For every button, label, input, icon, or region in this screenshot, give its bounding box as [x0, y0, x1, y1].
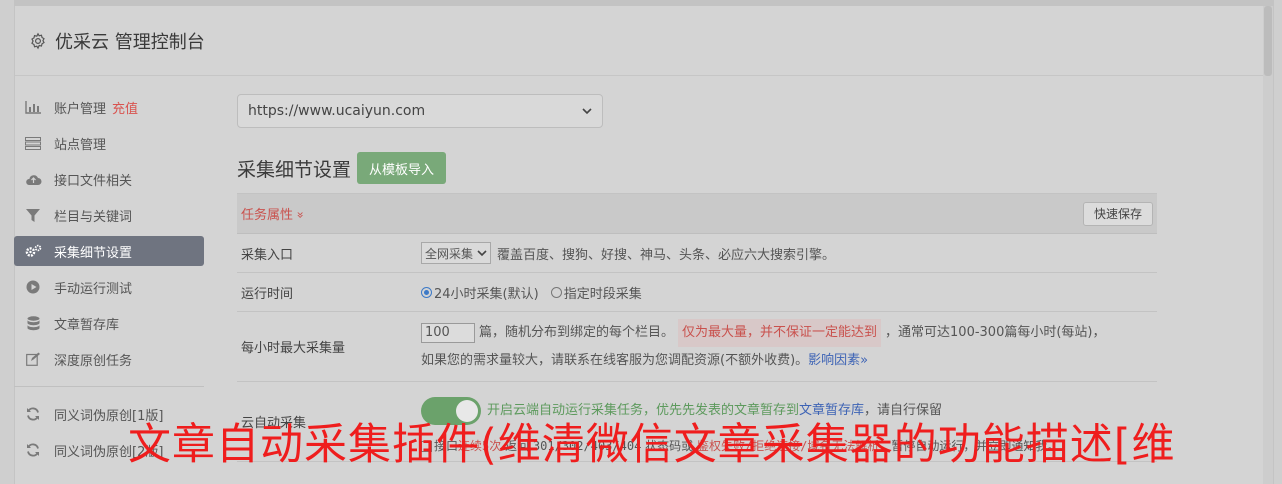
- chevron-down-icon: [477, 250, 487, 257]
- max-per-hour-input[interactable]: 100: [421, 322, 475, 343]
- gear-icon: [31, 32, 45, 49]
- task-properties-toggle[interactable]: 任务属性 »: [241, 204, 308, 223]
- sidebar-item-columns[interactable]: 栏目与关键词: [14, 200, 204, 230]
- panel-header: 任务属性 » 快速保存: [237, 194, 1157, 234]
- radio-24h[interactable]: 24小时采集(默认): [421, 283, 539, 302]
- database-icon: [24, 315, 42, 330]
- sidebar-item-manual-run[interactable]: 手动运行测试: [14, 272, 204, 302]
- bar-chart-icon: [24, 100, 42, 114]
- row-run-time: 运行时间 24小时采集(默认) 指定时段采集: [237, 273, 1157, 312]
- scrollbar-thumb[interactable]: [1264, 6, 1272, 76]
- sidebar-item-label: 账户管理: [54, 101, 107, 117]
- max-warning: 仅为最大量，并不保证一定能达到: [678, 318, 882, 347]
- refresh-icon: [24, 407, 42, 421]
- influence-factors-link[interactable]: 影响因素»: [808, 348, 868, 374]
- play-circle-icon: [24, 280, 42, 294]
- chevron-down-icon: »: [293, 211, 308, 219]
- entry-select[interactable]: 全网采集: [421, 242, 492, 264]
- sidebar-item-label: 栏目与关键词: [54, 209, 133, 225]
- sidebar-item-collect-settings[interactable]: 采集细节设置: [14, 236, 204, 266]
- sidebar-item-label: 接口文件相关: [54, 173, 133, 189]
- row-label: 运行时间: [241, 286, 294, 302]
- row-label: 采集入口: [241, 247, 294, 263]
- max-text-3: 如果您的需求量较大，请联系在线客服为您调配资源(不额外收费)。: [421, 353, 809, 369]
- radio-scheduled[interactable]: 指定时段采集: [550, 283, 642, 302]
- main-content: https://www.ucaiyun.com 采集细节设置 从模板导入 任务属…: [237, 94, 1157, 462]
- max-text-1: 篇，随机分布到绑定的每个栏目。: [479, 324, 675, 340]
- row-entry: 采集入口 全网采集 覆盖百度、搜狗、好搜、神马、头条、必应六大搜索引擎。: [237, 234, 1157, 273]
- chevron-down-icon: [582, 108, 592, 115]
- cloud-upload-icon: [24, 172, 42, 186]
- section-title: 采集细节设置: [237, 158, 352, 181]
- sidebar-item-interface[interactable]: 接口文件相关: [14, 164, 204, 194]
- edit-icon: [24, 352, 42, 366]
- entry-description: 覆盖百度、搜狗、好搜、神马、头条、必应六大搜索引擎。: [497, 247, 836, 263]
- import-template-button[interactable]: 从模板导入: [357, 152, 447, 184]
- max-text-2: ，通常可达100-300篇每小时(每站)，: [885, 324, 1106, 340]
- server-icon: [24, 136, 42, 150]
- overlay-caption: 文章自动采集插件(维清微信文章采集器的功能描述[维: [128, 420, 1176, 470]
- sidebar-item-label: 深度原创任务: [54, 353, 133, 369]
- sidebar-item-label: 站点管理: [54, 137, 107, 153]
- row-max-per-hour: 每小时最大采集量 100 篇，随机分布到绑定的每个栏目。 仅为最大量，并不保证一…: [237, 312, 1157, 382]
- sidebar-divider: [14, 386, 204, 387]
- quick-save-button[interactable]: 快速保存: [1082, 201, 1153, 226]
- page-title: 优采云 管理控制台: [55, 31, 205, 53]
- gears-icon: [24, 244, 42, 258]
- sidebar-item-sites[interactable]: 站点管理: [14, 128, 204, 158]
- sidebar-item-account[interactable]: 账户管理 充值: [14, 92, 204, 122]
- row-label: 每小时最大采集量: [241, 341, 346, 356]
- scrollbar[interactable]: [1263, 6, 1273, 484]
- sidebar-item-article-store[interactable]: 文章暂存库: [14, 308, 204, 338]
- refresh-icon: [24, 443, 42, 457]
- header: 优采云 管理控制台: [15, 6, 1273, 76]
- site-select[interactable]: https://www.ucaiyun.com: [237, 94, 603, 128]
- sidebar-item-label: 采集细节设置: [54, 245, 133, 261]
- sidebar-item-label: 手动运行测试: [54, 281, 133, 297]
- sidebar-item-deep-original[interactable]: 深度原创任务: [14, 344, 204, 374]
- site-select-value: https://www.ucaiyun.com: [248, 103, 426, 119]
- sidebar-item-label: 文章暂存库: [54, 317, 120, 333]
- filter-icon: [24, 208, 42, 222]
- recharge-link[interactable]: 充值: [112, 98, 138, 117]
- section-header: 采集细节设置 从模板导入: [237, 152, 1157, 184]
